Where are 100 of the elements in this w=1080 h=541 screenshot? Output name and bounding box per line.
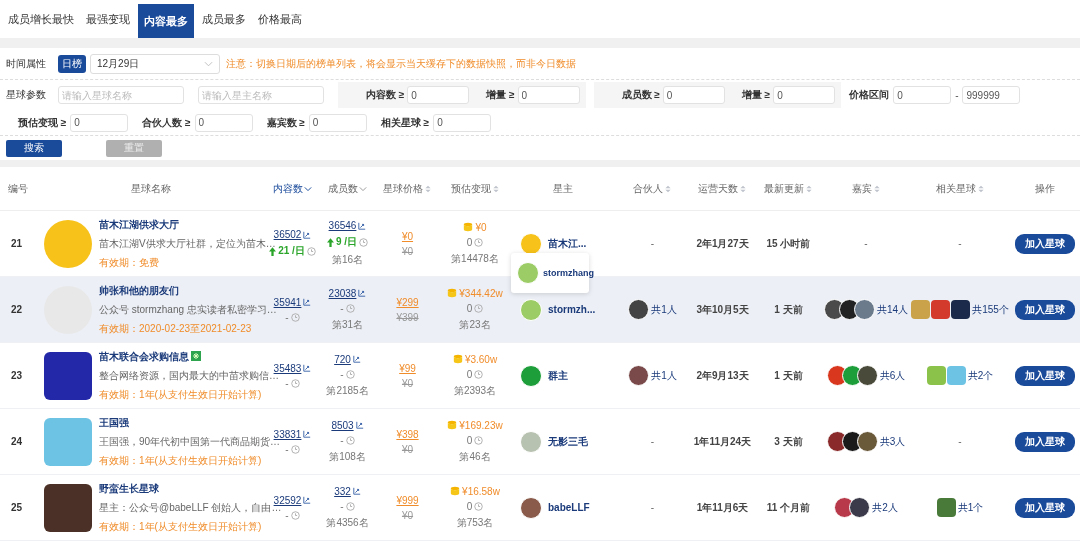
content-count-link[interactable]: 32592: [273, 494, 302, 506]
number-field[interactable]: 0: [407, 86, 470, 105]
member-count-link[interactable]: 8503: [331, 419, 354, 431]
group-thumbnail[interactable]: [926, 366, 946, 385]
group-thumbnail[interactable]: [911, 300, 931, 319]
trend-link-icon[interactable]: [303, 364, 312, 372]
count-label[interactable]: 共1个: [957, 500, 984, 515]
content-count-link[interactable]: 36502: [273, 229, 302, 240]
table-row[interactable]: 25 野蛮生长星球 星主：公众号@babeLLF 创始人，自由… 有效期：1年(从支付生效日开始计算) 32592 - 332 - 第4356名 ¥999 ¥0 ¥16.58w 0 第753名 babeLLF - 1年11月6天 11 个月前 共2人 共1个 加入星球: [0, 475, 1080, 541]
trend-link-icon[interactable]: [358, 289, 367, 297]
avatar[interactable]: [628, 365, 650, 386]
join-button[interactable]: 加入星球: [1015, 233, 1075, 254]
trend-link-icon[interactable]: [303, 496, 312, 504]
group-logo[interactable]: [44, 351, 92, 400]
clock-icon: [345, 435, 355, 445]
avatar[interactable]: [856, 431, 878, 452]
group-thumbnail[interactable]: [946, 366, 966, 385]
table-row[interactable]: 24 王国强 王国强，90年代初中国第一代商品期货… 有效期：1年(从支付生效日开始计算) 33831 - 8503 - 第108名 ¥398 ¥0 ¥169.23w 0 第46名 无影三毛 - 1年11月24天 3 天前 共3人 - 加入星球: [0, 409, 1080, 475]
count-label[interactable]: 共3人: [879, 434, 906, 449]
column-header[interactable]: 合伙人: [633, 181, 663, 196]
notice-text: 注意：切换日期后的榜单列表，将会显示当天缓存下的数据快照，而非今日数据: [226, 56, 576, 71]
join-button[interactable]: 加入星球: [1015, 497, 1075, 518]
content-count-link[interactable]: 35483: [273, 362, 302, 374]
trend-link-icon[interactable]: [352, 355, 361, 363]
count-label[interactable]: 共2个: [967, 368, 994, 383]
trend-link-icon[interactable]: [358, 221, 367, 230]
owner-name[interactable]: 群主: [548, 368, 568, 383]
search-button[interactable]: 搜索: [6, 139, 62, 157]
number-field[interactable]: 0: [517, 86, 580, 105]
avatar[interactable]: [856, 365, 878, 386]
column-header[interactable]: 运营天数: [698, 181, 738, 196]
group-name[interactable]: 苗木江湖供求大厅: [99, 217, 179, 232]
date-select[interactable]: 12月29日: [90, 53, 220, 74]
range-separator: -: [955, 89, 959, 101]
group-thumbnail[interactable]: [951, 300, 971, 319]
number-field[interactable]: 0: [773, 86, 836, 105]
arrow-up-icon: [269, 246, 277, 256]
column-header[interactable]: 预估变现: [450, 181, 491, 196]
content-count-link[interactable]: 35941: [273, 296, 302, 308]
sort-down-icon[interactable]: [304, 184, 312, 193]
trend-link-icon[interactable]: [303, 230, 312, 239]
join-button[interactable]: 加入星球: [1015, 365, 1075, 386]
group-name[interactable]: 野蛮生长星球: [99, 481, 159, 496]
count-label[interactable]: 共2人: [872, 500, 898, 515]
number-field[interactable]: 0: [70, 113, 129, 132]
owner-name[interactable]: 苗木江...: [548, 236, 587, 251]
member-count-link[interactable]: 36546: [328, 220, 357, 231]
trend-link-icon[interactable]: [352, 487, 361, 495]
number-field[interactable]: 0: [308, 113, 367, 132]
avatar[interactable]: [849, 497, 871, 518]
badge-icon: [191, 350, 201, 361]
join-button[interactable]: 加入星球: [1015, 431, 1075, 452]
number-field[interactable]: 0: [433, 113, 492, 132]
owner-name[interactable]: stormzhang: [543, 268, 594, 278]
count-label[interactable]: 共155个: [972, 302, 1009, 317]
filter-label: 时间属性: [6, 56, 47, 71]
owner-name[interactable]: babeLLF: [548, 502, 590, 513]
member-count-link[interactable]: 23038: [328, 287, 357, 299]
join-button[interactable]: 加入星球: [1015, 299, 1075, 320]
count-label[interactable]: 共6人: [879, 368, 906, 383]
table-row[interactable]: 22 帅张和他的朋友们 公众号 stormzhang 忠实读者私密学习… 有效期：2020-02-23至2021-02-23 35941 - 23038 - 第31名 ¥299 ¥399 ¥344.42w 0 第23名 stormzh... 共1人 3年10月5天 1 天前 共14人 共155个 加入星球: [0, 277, 1080, 343]
trend-link-icon[interactable]: [303, 430, 312, 438]
validity-text: 有效期：1年(从支付生效日开始计算): [99, 519, 263, 534]
price-min-field[interactable]: 0: [893, 86, 952, 105]
member-count-link[interactable]: 720: [334, 353, 351, 365]
number-field[interactable]: 0: [662, 86, 725, 105]
validity-text: 有效期：免费: [99, 255, 160, 270]
tab[interactable]: 内容最多: [138, 4, 194, 38]
owner-avatar[interactable]: [520, 496, 542, 519]
column-header[interactable]: 成员数: [328, 181, 358, 196]
column-header[interactable]: 嘉宾: [851, 181, 872, 196]
group-thumbnail[interactable]: [931, 300, 951, 319]
column-header[interactable]: 内容数: [273, 181, 303, 196]
avatar[interactable]: [628, 299, 650, 320]
count-label[interactable]: 共1人: [651, 302, 677, 317]
empty-value: -: [958, 238, 962, 249]
content-count-link[interactable]: 33831: [273, 428, 302, 440]
daily-growth: -: [340, 434, 344, 446]
member-count-link[interactable]: 332: [334, 485, 351, 497]
group-name[interactable]: 帅张和他的朋友们: [99, 283, 179, 298]
column-header[interactable]: 最新更新: [764, 181, 804, 196]
group-name[interactable]: 苗木联合会求购信息: [99, 349, 201, 364]
count-label[interactable]: 共14人: [876, 302, 909, 317]
owner-avatar[interactable]: [520, 364, 542, 387]
owner-name[interactable]: stormzh...: [548, 304, 596, 315]
group-name[interactable]: 王国强: [99, 415, 129, 430]
trend-link-icon[interactable]: [303, 298, 312, 306]
avatar[interactable]: [853, 299, 875, 320]
trend-link-icon[interactable]: [355, 421, 364, 429]
owner-name[interactable]: 无影三毛: [548, 434, 588, 449]
table-row[interactable]: 23 苗木联合会求购信息 整合网络资源，国内最大的中苗求购信… 有效期：1年(从支付生效日开始计算) 35483 - 720 - 第2185名 ¥99 ¥0 ¥3.60w 0 第2393名 群主 共1人 2年9月13天 1 天前 共6人 共2个 加入星球: [0, 343, 1080, 409]
column-header[interactable]: 相关星球: [935, 181, 976, 196]
search-field[interactable]: 请输入星球名称: [58, 86, 184, 105]
number-field[interactable]: 0: [194, 113, 253, 132]
group-logo[interactable]: [44, 483, 92, 532]
period-button[interactable]: 日榜: [58, 54, 86, 73]
group-thumbnail[interactable]: [936, 498, 956, 517]
column-header[interactable]: 星球价格: [383, 181, 423, 196]
count-label[interactable]: 共1人: [651, 368, 677, 383]
price-max-field[interactable]: 999999: [962, 86, 1021, 105]
